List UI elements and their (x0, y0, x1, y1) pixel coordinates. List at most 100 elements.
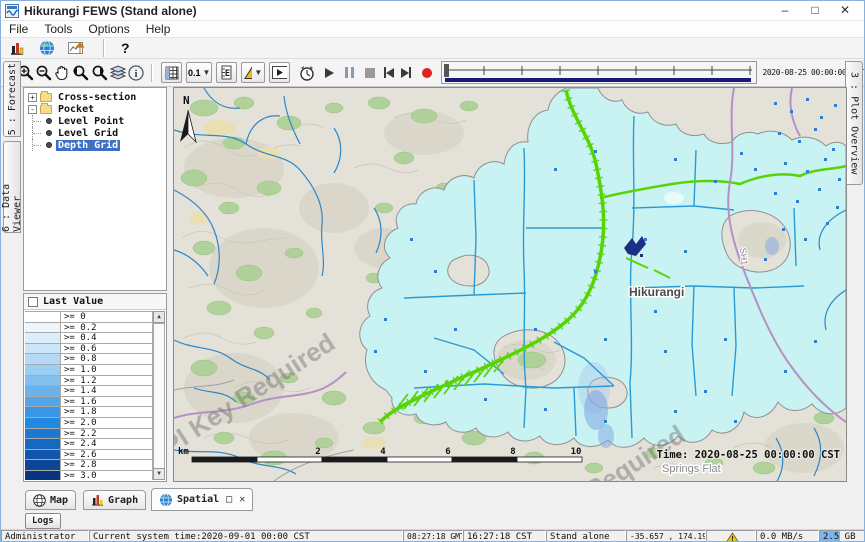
minimize-button[interactable]: – (770, 1, 800, 21)
legend-row[interactable]: >= 1.4 (25, 386, 152, 397)
folder-icon (40, 93, 52, 102)
time-slider[interactable] (441, 61, 757, 84)
legend-row[interactable]: >= 2.6 (25, 450, 152, 461)
tree-item-depth-grid[interactable]: Depth Grid (24, 139, 166, 151)
menu-help[interactable]: Help (146, 22, 171, 36)
status-mode: Stand alone (546, 530, 626, 542)
globe-icon[interactable] (37, 38, 57, 58)
record-icon[interactable] (420, 63, 434, 83)
scrollbar-thumb[interactable] (153, 323, 165, 469)
menu-options[interactable]: Options (88, 22, 129, 36)
legend-color-swatch (25, 450, 61, 460)
legend-row-label: >= 1.0 (61, 365, 152, 375)
legend-row[interactable]: >= 0.4 (25, 333, 152, 344)
legend-row[interactable]: >= 0.6 (25, 344, 152, 355)
skip-to-end-icon[interactable] (400, 63, 414, 83)
legend-color-swatch (25, 429, 61, 439)
legend-header: Last Value (24, 294, 166, 310)
legend-row[interactable]: >= 1.8 (25, 407, 152, 418)
legend-table: >= 0 >= 0.2 >= 0.4 >= 0.6 (25, 311, 152, 480)
warning-threshold-dropdown[interactable]: ! ▼ (241, 62, 265, 83)
sidebar-tab-data-viewer[interactable]: 6 : Data Viewer (3, 141, 21, 233)
legend-row[interactable]: >= 2.0 (25, 418, 152, 429)
legend-row-label: >= 1.4 (61, 386, 152, 396)
svg-text:6: 6 (445, 447, 450, 457)
tree-item-label: Level Grid (56, 128, 120, 139)
tab-restore-icon[interactable]: □ (226, 494, 232, 505)
legend-row[interactable]: >= 0.8 (25, 354, 152, 365)
tab-map[interactable]: Map (25, 490, 76, 510)
legend-row[interactable]: >= 2.4 (25, 439, 152, 450)
skip-to-start-icon[interactable] (382, 63, 396, 83)
legend-row[interactable]: >= 0 (25, 312, 152, 323)
maximize-button[interactable]: □ (800, 1, 830, 21)
tab-close-icon[interactable]: ✕ (239, 494, 245, 505)
map-canvas[interactable]: SH1 Hikurangi Springs Flat API Key Requi… (174, 88, 846, 481)
tree-item-level-grid[interactable]: Level Grid (24, 127, 166, 139)
collapse-icon[interactable]: - (28, 105, 37, 114)
help-button[interactable]: ? (121, 40, 130, 56)
animation-settings-icon[interactable] (298, 63, 316, 83)
bar-chart-icon (91, 494, 104, 506)
tab-graph[interactable]: Graph (83, 490, 146, 510)
logs-button[interactable]: Logs (25, 513, 61, 529)
scroll-down-icon[interactable]: ▼ (153, 468, 165, 480)
status-warning-cell[interactable]: ! (706, 530, 756, 542)
legend-row-label: >= 2.4 (61, 439, 152, 449)
timeseries-edit-icon[interactable] (67, 38, 87, 58)
tab-plot-overview-label: 3 : Plot Overview (849, 72, 860, 174)
menu-file[interactable]: File (9, 22, 28, 36)
sidebar-tab-plot-overview[interactable]: 3 : Plot Overview (845, 61, 863, 185)
legend-row[interactable]: >= 1.6 (25, 397, 152, 408)
tree-item-label-selected: Depth Grid (56, 140, 120, 151)
grid-display-button[interactable] (161, 62, 182, 83)
legend-row[interactable]: >= 2.2 (25, 429, 152, 440)
time-slider-handle[interactable] (444, 64, 449, 77)
legend-color-swatch (25, 386, 61, 396)
play-icon[interactable] (323, 63, 337, 83)
legend-color-swatch (25, 323, 61, 333)
layers-icon[interactable] (109, 63, 127, 83)
legend-row[interactable]: >= 1.2 (25, 376, 152, 387)
tree-item-cross-section[interactable]: + Cross-section (24, 91, 166, 103)
legend-row-label: >= 0.4 (61, 333, 152, 343)
tree-connector (32, 115, 44, 127)
window-title: Hikurangi FEWS (Stand alone) (24, 4, 197, 18)
legend-row[interactable]: >= 0.2 (25, 323, 152, 334)
spatial-map[interactable]: SH1 Hikurangi Springs Flat API Key Requi… (173, 87, 847, 482)
sidebar-tab-forecast[interactable]: 5 : Forecast (3, 61, 21, 137)
tree-item-label: Level Point (56, 116, 126, 127)
database-chart-icon[interactable] (7, 38, 27, 58)
tree-item-pocket[interactable]: - Pocket (24, 103, 166, 115)
scale-bar-button[interactable]: E (216, 62, 237, 83)
menu-tools[interactable]: Tools (44, 22, 72, 36)
svg-text:E: E (225, 69, 230, 79)
zoom-out-icon[interactable] (35, 63, 53, 83)
close-button[interactable]: ✕ (830, 1, 860, 21)
map-toolbar: i 0.1 ▼ E ! ▼ (1, 59, 864, 87)
zoom-next-icon[interactable] (90, 63, 109, 83)
stop-icon[interactable] (363, 63, 377, 83)
tree-item-level-point[interactable]: Level Point (24, 115, 166, 127)
tree-connector (32, 127, 44, 139)
locality-label: Springs Flat (662, 463, 721, 475)
svg-text:km: km (178, 447, 189, 457)
contour-threshold-dropdown[interactable]: 0.1 ▼ (186, 62, 212, 83)
pause-icon[interactable] (343, 63, 357, 83)
legend-row[interactable]: >= 1.0 (25, 365, 152, 376)
info-icon[interactable]: i (127, 63, 145, 83)
legend-row-label: >= 0.8 (61, 354, 152, 364)
pan-hand-icon[interactable] (53, 63, 71, 83)
animation-panel-button[interactable] (269, 62, 290, 83)
svg-text:4: 4 (380, 447, 386, 457)
legend-row-label: >= 2.0 (61, 418, 152, 428)
expander-icon[interactable]: + (28, 93, 37, 102)
legend-row[interactable]: >= 2.8 (25, 460, 152, 471)
tab-spatial[interactable]: Spatial □ ✕ (151, 488, 253, 511)
legend-scrollbar[interactable]: ▲ ▼ (152, 311, 165, 480)
zoom-previous-icon[interactable] (71, 63, 90, 83)
legend-row[interactable]: >= 3.0 (25, 471, 152, 480)
scroll-up-icon[interactable]: ▲ (153, 311, 165, 323)
last-value-checkbox[interactable] (28, 297, 38, 307)
status-coordinates: -35.657 , 174.199 (626, 530, 706, 542)
